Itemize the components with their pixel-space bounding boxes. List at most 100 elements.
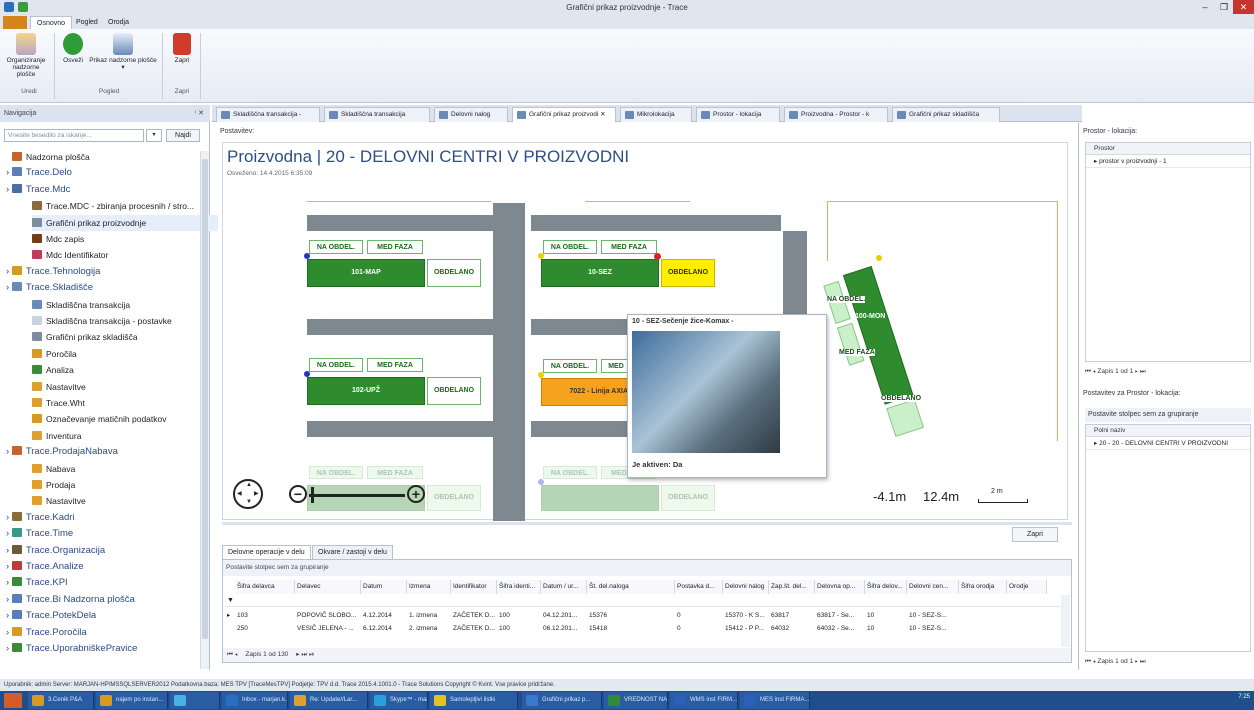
- close-window-button[interactable]: ✕: [1233, 0, 1254, 14]
- sidebar-item[interactable]: Nabava: [32, 461, 75, 477]
- workcenter-10-sez[interactable]: 10-SEZ: [541, 259, 659, 287]
- workcenter-tag-na-obdel[interactable]: NA OBDEL.: [309, 358, 363, 372]
- table-cell[interactable]: 10: [865, 623, 907, 635]
- refresh-button[interactable]: Osveži: [60, 33, 86, 64]
- column-header[interactable]: Šifra delov...: [865, 580, 907, 594]
- layout-row[interactable]: ▸ 20 - 20 - DELOVNI CENTRI V PROIZVODNI: [1086, 438, 1250, 450]
- table-cell[interactable]: 64032 - Se...: [815, 623, 865, 635]
- pan-left-icon[interactable]: ◀: [237, 490, 242, 497]
- search-input[interactable]: Vnesite besedilo za iskanje...: [4, 129, 144, 142]
- sidebar-item[interactable]: › Trace.Delo: [6, 165, 72, 181]
- workcenter-tag-na-obdel[interactable]: NA OBDEL.: [543, 240, 597, 254]
- sidebar-item[interactable]: › Trace.Organizacija: [6, 543, 105, 559]
- table-cell[interactable]: 15376: [587, 610, 675, 622]
- table-cell[interactable]: 103: [235, 610, 295, 622]
- chevron-right-icon[interactable]: ›: [6, 446, 12, 457]
- file-tab[interactable]: [3, 16, 27, 29]
- scrollbar-thumb[interactable]: [202, 159, 208, 639]
- search-dropdown-button[interactable]: ▾: [146, 129, 162, 142]
- sidebar-item[interactable]: › Trace.Tehnologija: [6, 264, 100, 280]
- detail-tab[interactable]: Delovne operacije v delu: [222, 545, 311, 559]
- close-tab-icon[interactable]: ✕: [598, 111, 605, 118]
- chevron-right-icon[interactable]: ›: [6, 545, 12, 556]
- table-cell[interactable]: 6.12.2014: [361, 623, 407, 635]
- sidebar-item[interactable]: Analiza: [32, 362, 74, 378]
- sidebar-item[interactable]: Nastavitve: [32, 379, 86, 395]
- table-cell[interactable]: 15412 - P P...: [723, 623, 769, 635]
- taskbar-item[interactable]: najem po instan...: [96, 692, 168, 709]
- sidebar-item[interactable]: › Trace.Poročila: [6, 625, 87, 641]
- table-cell[interactable]: 100: [497, 623, 541, 635]
- document-tab[interactable]: Proizvodna - Prostor - k: [784, 107, 888, 122]
- taskbar-item[interactable]: VREDNOST NAJ...: [604, 692, 668, 709]
- sidebar-item[interactable]: › Trace.Bi Nadzorna plošča: [6, 592, 135, 608]
- chevron-right-icon[interactable]: ›: [6, 577, 12, 588]
- pin-close-icon[interactable]: ᵎ ✕: [195, 105, 204, 122]
- table-cell[interactable]: VESIČ JELENA - ...: [295, 623, 361, 635]
- workcenter-tag-na-obdel[interactable]: NA OBDEL.: [543, 466, 597, 479]
- taskbar-item[interactable]: Re: Update//Lar...: [290, 692, 368, 709]
- column-header[interactable]: Delovni cen...: [907, 580, 959, 594]
- workcenter-7022[interactable]: 7022 - Linija AXIA: [541, 378, 631, 406]
- close-ribbon-button[interactable]: Zapri: [168, 33, 196, 64]
- show-dashboard-button[interactable]: Prikaz nadzorne plošče ▾: [88, 33, 158, 71]
- taskbar-item[interactable]: 3.Cenik P&A: [28, 692, 94, 709]
- zoom-slider[interactable]: [309, 494, 405, 497]
- table-cell[interactable]: 15370 - K S...: [723, 610, 769, 622]
- workcenter-tag-na-obdel[interactable]: NA OBDEL.: [543, 359, 597, 373]
- document-tab[interactable]: Skladiščna transakcija -: [216, 107, 320, 122]
- workcenter-faded[interactable]: [541, 485, 659, 511]
- table-cell[interactable]: 10 - SEZ-S...: [907, 610, 959, 622]
- filter-row[interactable]: ▼: [225, 595, 1069, 607]
- chevron-right-icon[interactable]: ›: [6, 266, 12, 277]
- chevron-right-icon[interactable]: ›: [6, 512, 12, 523]
- sidebar-item[interactable]: Inventura: [32, 428, 81, 444]
- table-cell[interactable]: 10 - SEZ-S...: [907, 623, 959, 635]
- sidebar-item[interactable]: › Trace.Time: [6, 526, 73, 542]
- table-cell[interactable]: 1. izmena: [407, 610, 451, 622]
- pan-down-icon[interactable]: ▼: [246, 499, 252, 505]
- chevron-right-icon[interactable]: ›: [6, 167, 12, 178]
- table-cell[interactable]: [959, 623, 1007, 635]
- pager-next-icon[interactable]: ▸ ⏭ ⏯: [290, 651, 314, 658]
- column-header[interactable]: Delavec: [295, 580, 361, 594]
- chevron-right-icon[interactable]: ›: [6, 184, 12, 195]
- workcenter-tag-na-obdel[interactable]: NA OBDEL.: [309, 466, 363, 479]
- tab-orodja[interactable]: Orodja: [102, 16, 135, 29]
- taskbar-item[interactable]: Samolepljivi listki: [430, 692, 518, 709]
- table-cell[interactable]: 250: [235, 623, 295, 635]
- table-cell[interactable]: [1007, 623, 1047, 635]
- table-cell[interactable]: [1007, 610, 1047, 622]
- table-cell[interactable]: [959, 610, 1007, 622]
- tab-osnovno[interactable]: Osnovno: [30, 16, 73, 29]
- sidebar-item[interactable]: Mdc zapis: [32, 231, 84, 247]
- sidebar-item[interactable]: Poročila: [32, 346, 77, 362]
- table-cell[interactable]: ZAČETEK D...: [451, 623, 497, 635]
- column-header[interactable]: Datum: [361, 580, 407, 594]
- workcenter-tag-med-faza[interactable]: MED FAZA: [367, 466, 423, 479]
- table-cell[interactable]: 0: [675, 623, 723, 635]
- zoom-in-button[interactable]: +: [407, 485, 425, 503]
- splitter[interactable]: [222, 522, 1072, 525]
- workcenter-tag-na-obdel[interactable]: NA OBDEL.: [309, 240, 363, 254]
- column-header[interactable]: Zap.št. del...: [769, 580, 815, 594]
- table-cell[interactable]: 63817 - Se...: [815, 610, 865, 622]
- maximize-button[interactable]: ❐: [1215, 0, 1233, 14]
- sidebar-item[interactable]: Grafični prikaz skladišča: [32, 329, 138, 345]
- sidebar-item[interactable]: › Trace.KPI: [6, 575, 68, 591]
- column-header[interactable]: Delovna op...: [815, 580, 865, 594]
- grid-scrollbar[interactable]: [1061, 595, 1070, 647]
- table-cell[interactable]: 100: [497, 610, 541, 622]
- table-cell[interactable]: 64032: [769, 623, 815, 635]
- workcenter-tag-med-faza[interactable]: MED FAZA: [367, 240, 423, 254]
- taskbar-item[interactable]: Inbox - marjan.k...: [222, 692, 288, 709]
- find-button[interactable]: Najdi: [166, 129, 200, 142]
- organize-dashboard-button[interactable]: Organiziranje nadzorne plošče: [4, 33, 48, 78]
- sidebar-item[interactable]: Trace.Wht: [32, 395, 85, 411]
- sidebar-item[interactable]: › Trace.UporabniškePravice: [6, 641, 137, 657]
- sidebar-item[interactable]: › Trace.Skladišče: [6, 280, 93, 296]
- sidebar-item[interactable]: Mdc Identifikator: [32, 247, 108, 263]
- table-cell[interactable]: 4.12.2014: [361, 610, 407, 622]
- navigation-scrollbar[interactable]: [200, 151, 209, 669]
- taskbar-item[interactable]: Skype™ - marja...: [370, 692, 428, 709]
